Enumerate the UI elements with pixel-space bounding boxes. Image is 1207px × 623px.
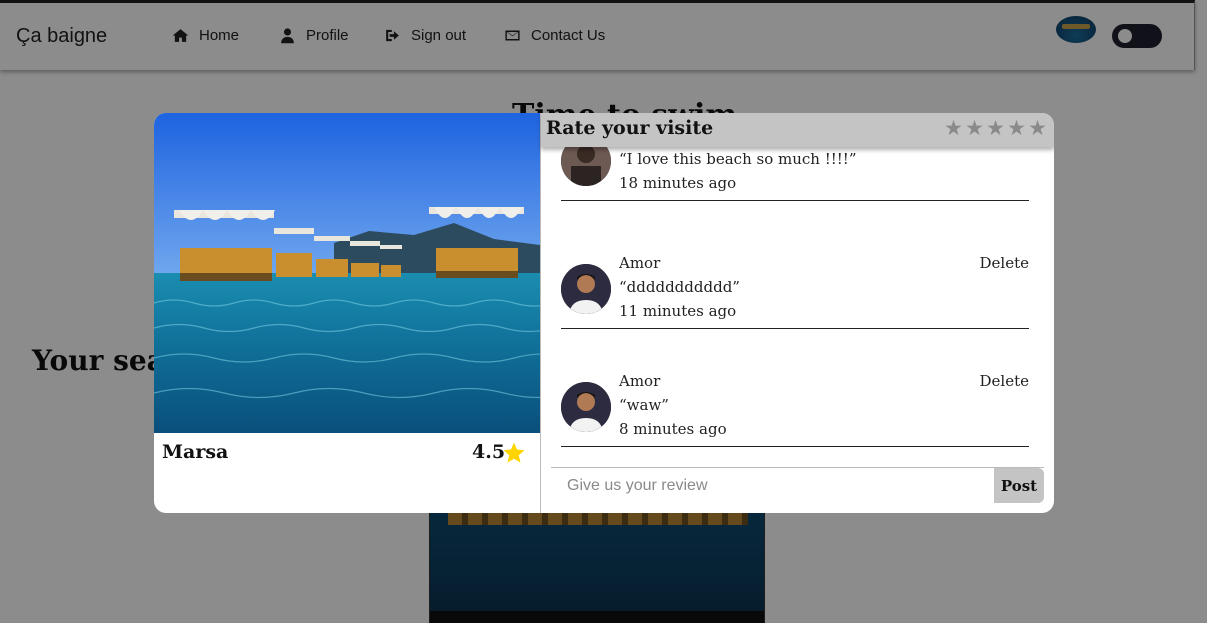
star-icon — [503, 442, 525, 463]
review-time: 18 minutes ago — [619, 174, 737, 192]
rate-header: Rate your visite ★ ★ ★ ★ ★ — [541, 113, 1054, 147]
review-text: “ddddddddddd” — [619, 278, 740, 296]
review-time: 11 minutes ago — [619, 302, 737, 320]
beach-modal: Marsa 4.5 Rate your visite ★ ★ ★ ★ ★ “I … — [154, 113, 1054, 513]
reviewer-avatar — [561, 264, 611, 314]
rate-star-2-icon[interactable]: ★ — [964, 118, 985, 140]
review-text: “waw” — [619, 396, 669, 414]
review-item: “I love this beach so much !!!!” 18 minu… — [561, 147, 1029, 250]
review-form: Post — [551, 467, 1044, 503]
review-input[interactable] — [551, 468, 994, 503]
beach-photo — [154, 113, 540, 433]
review-delete-button[interactable]: Delete — [980, 372, 1029, 390]
review-text: “I love this beach so much !!!!” — [619, 150, 857, 168]
rate-star-1-icon[interactable]: ★ — [943, 118, 964, 140]
rate-title: Rate your visite — [546, 117, 714, 139]
review-delete-button[interactable]: Delete — [980, 254, 1029, 272]
rate-stars: ★ ★ ★ ★ ★ — [943, 118, 1048, 140]
reviewer-avatar — [561, 382, 611, 432]
reviewer-avatar — [561, 147, 611, 186]
rate-star-3-icon[interactable]: ★ — [985, 118, 1006, 140]
review-separator — [561, 200, 1029, 201]
review-author: Amor — [619, 254, 661, 272]
beach-rating-value: 4.5 — [472, 441, 506, 463]
reviews-list[interactable]: “I love this beach so much !!!!” 18 minu… — [561, 147, 1029, 467]
review-time: 8 minutes ago — [619, 420, 727, 438]
beach-name: Marsa — [162, 441, 229, 463]
review-separator — [561, 446, 1029, 447]
review-separator — [561, 328, 1029, 329]
review-item: Amor Delete “waw” 8 minutes ago — [561, 368, 1029, 467]
post-button[interactable]: Post — [994, 468, 1044, 503]
rate-star-5-icon[interactable]: ★ — [1027, 118, 1048, 140]
rate-star-4-icon[interactable]: ★ — [1006, 118, 1027, 140]
modal-divider — [540, 113, 541, 513]
review-author: Amor — [619, 372, 661, 390]
review-item: Amor Delete “ddddddddddd” 11 minutes ago — [561, 250, 1029, 368]
